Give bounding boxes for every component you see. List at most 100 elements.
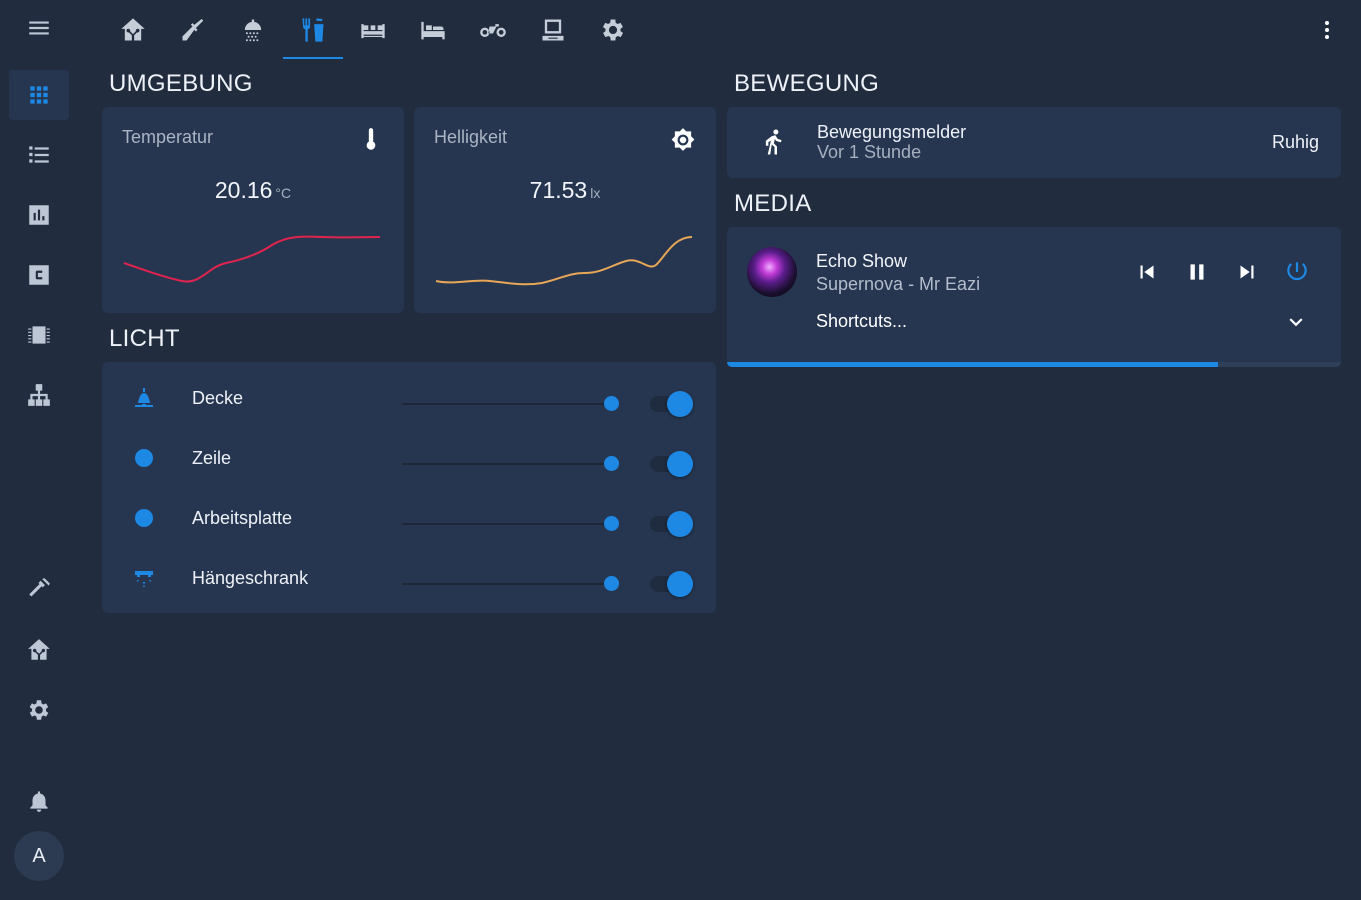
motion-card[interactable]: Bewegungsmelder Vor 1 Stunde Ruhig (727, 107, 1341, 178)
sidebar-item-logbook[interactable] (9, 130, 69, 180)
brightness-slider[interactable] (402, 463, 612, 465)
bar-chart-icon (29, 205, 49, 225)
media-progress-bar[interactable] (727, 362, 1341, 367)
brightness-slider-thumb[interactable] (604, 576, 619, 591)
menu-icon (29, 21, 49, 35)
light-toggle-thumb[interactable] (667, 511, 693, 537)
sidebar-item-config-c[interactable] (9, 250, 69, 300)
brightness-card[interactable]: Helligkeit 71.53 lx (414, 107, 716, 313)
sidebar-item-esphome[interactable] (9, 310, 69, 360)
previous-track-button[interactable] (1132, 257, 1162, 287)
tab-settings[interactable] (583, 0, 643, 60)
tab-office[interactable] (523, 0, 583, 60)
light-row-zeile: Zeile (102, 428, 716, 488)
brightness-slider-thumb[interactable] (604, 396, 619, 411)
light-toggle-thumb[interactable] (667, 391, 693, 417)
media-track: Supernova - Mr Eazi (816, 274, 981, 294)
skip-previous-icon (1140, 265, 1154, 279)
light-row-arbeitsplatte: Arbeitsplatte (102, 488, 716, 548)
brightness-slider[interactable] (402, 523, 612, 525)
chip-icon (28, 326, 50, 344)
tab-home[interactable] (103, 0, 163, 60)
lights-card: Decke Zeile Arbeitsplatte Hängeschrank (102, 362, 716, 613)
tab-bedroom[interactable] (403, 0, 463, 60)
brightness-unit: lx (590, 185, 601, 201)
brightness-slider[interactable] (402, 403, 612, 405)
sidebar-item-overview[interactable] (9, 70, 69, 120)
cabinet-light-icon[interactable] (132, 566, 156, 590)
dots-vertical-icon (1325, 21, 1329, 39)
album-art[interactable] (747, 247, 797, 297)
motion-state: Ruhig (1271, 132, 1319, 152)
fork-knife-icon (302, 18, 324, 42)
thermometer-icon (358, 127, 384, 153)
sidebar-item-notifications[interactable] (9, 776, 69, 826)
sidebar-item-settings[interactable] (9, 685, 69, 735)
chevron-down-icon[interactable] (1283, 309, 1309, 335)
tab-bathroom[interactable] (223, 0, 283, 60)
temperature-card[interactable]: Temperatur 20.16 °C (102, 107, 404, 313)
pause-icon (1190, 264, 1204, 280)
light-row-decke: Decke (102, 368, 716, 428)
power-icon (1287, 262, 1307, 281)
temperature-unit: °C (275, 185, 292, 201)
light-toggle-thumb[interactable] (667, 451, 693, 477)
light-toggle-thumb[interactable] (667, 571, 693, 597)
light-row-haengeschrank: Hängeschrank (102, 548, 716, 608)
sidebar-item-nodes[interactable] (9, 370, 69, 420)
sidebar-item-developer-tools[interactable] (9, 565, 69, 615)
bed-icon (421, 21, 445, 40)
brightness-slider-thumb[interactable] (604, 516, 619, 531)
light-name: Hängeschrank (192, 568, 309, 588)
sofa-icon (361, 24, 385, 39)
sidebar-item-home-assistant[interactable] (9, 625, 69, 675)
tab-kitchen[interactable] (283, 0, 343, 60)
brightness-slider-thumb[interactable] (604, 456, 619, 471)
gear-icon (602, 19, 624, 41)
sitemap-icon (28, 384, 50, 406)
ceiling-light-icon[interactable] (132, 386, 156, 410)
pause-button[interactable] (1182, 257, 1212, 287)
bulb-dot-icon[interactable] (132, 506, 156, 530)
list-icon (29, 146, 49, 163)
brightness-number: 71.53 (529, 177, 588, 203)
bulb-dot-icon[interactable] (132, 446, 156, 470)
tab-cleaning[interactable] (163, 0, 223, 60)
desktop-icon (542, 19, 564, 41)
section-title-media: MEDIA (734, 190, 812, 217)
light-name: Zeile (192, 448, 232, 468)
next-track-button[interactable] (1232, 257, 1262, 287)
sidebar-item-history[interactable] (9, 190, 69, 240)
media-player-name: Echo Show (816, 251, 908, 271)
user-avatar[interactable]: A (14, 831, 64, 881)
tab-living-room[interactable] (343, 0, 403, 60)
temperature-number: 20.16 (214, 177, 273, 203)
motion-last-changed: Vor 1 Stunde (817, 142, 922, 162)
media-progress-fill (727, 362, 1219, 367)
view-tabs (100, 0, 1361, 60)
bicycle-icon (480, 24, 506, 37)
shower-icon (244, 19, 262, 42)
brightness-value: 71.53 lx (414, 177, 716, 204)
tab-garage[interactable] (463, 0, 523, 60)
menu-button[interactable] (9, 3, 69, 53)
broom-icon (182, 19, 204, 41)
brightness-name: Helligkeit (434, 127, 508, 147)
brightness-slider[interactable] (402, 583, 612, 585)
more-options-button[interactable] (1311, 14, 1343, 46)
home-assistant-icon (121, 18, 145, 41)
shortcuts-select[interactable]: Shortcuts... (816, 311, 907, 332)
walking-person-icon (759, 127, 789, 157)
light-name: Arbeitsplatte (192, 508, 293, 528)
sidebar: A (0, 0, 78, 900)
temperature-name: Temperatur (122, 127, 214, 147)
c-badge-icon (29, 265, 49, 285)
light-name: Decke (192, 388, 244, 408)
brightness-icon (670, 127, 696, 153)
section-title-umgebung: UMGEBUNG (109, 70, 253, 97)
power-button[interactable] (1282, 257, 1312, 287)
bell-icon (30, 791, 48, 812)
dashboard-grid-icon (30, 86, 48, 104)
brightness-line (435, 236, 693, 286)
temperature-value: 20.16 °C (102, 177, 404, 204)
